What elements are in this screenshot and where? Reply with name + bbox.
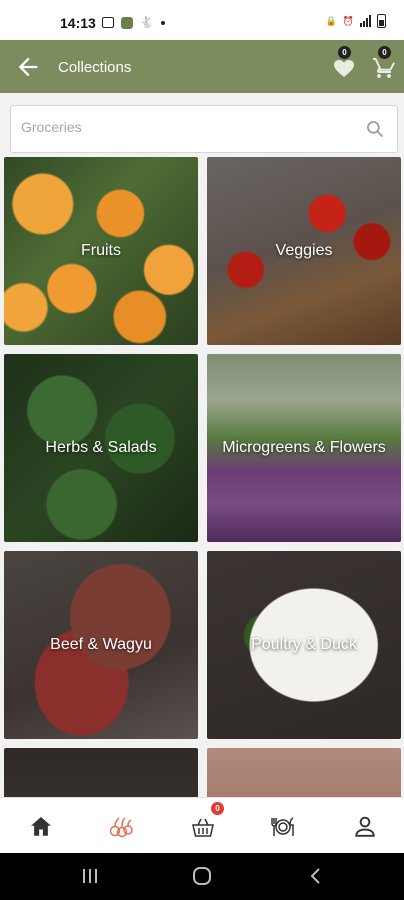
collection-tile-poultry-duck[interactable]: Poultry & Duck [207,551,401,739]
heart-icon [334,60,354,77]
collection-label: Microgreens & Flowers [222,439,386,456]
cart-count-badge: 0 [378,46,391,59]
gallery-icon [102,17,114,28]
collection-tile-microgreens-flowers[interactable]: Microgreens & Flowers [207,354,401,542]
back-button-icon[interactable] [308,867,322,885]
app-icon [121,16,133,29]
search-icon[interactable] [365,119,385,139]
status-time: 14:13 [60,15,96,31]
home-button-icon[interactable] [192,866,212,886]
basket-button[interactable]: 0 [188,802,224,842]
dining-icon[interactable] [268,812,298,842]
system-navigation-bar [0,853,404,900]
notification-icons: 🐇 [102,16,165,29]
back-arrow-icon[interactable] [14,53,42,81]
alarm-icon: ⏰ [342,15,354,26]
collection-label: Fruits [81,242,121,259]
collections-grid: Fruits Veggies Herbs & Salads Microgreen… [4,157,402,797]
lock-icon: 🔒 [325,15,337,26]
collection-label: Poultry & Duck [251,636,357,653]
basket-count-badge: 0 [211,802,224,815]
produce-icon[interactable] [106,812,136,842]
search-input[interactable] [19,118,353,136]
collection-tile-veggies[interactable]: Veggies [207,157,401,345]
battery-icon [377,14,386,28]
app-bar: Collections 0 0 [0,40,404,93]
bottom-navigation: 0 [0,797,404,854]
dot-icon [160,20,165,25]
collection-tile-beef-wagyu[interactable]: Beef & Wagyu [4,551,198,739]
page-title: Collections [58,59,132,76]
wishlist-button[interactable]: 0 [332,46,356,80]
collection-tile-partial[interactable] [4,748,198,797]
collection-label: Beef & Wagyu [50,636,152,653]
home-icon[interactable] [26,812,56,842]
collection-label: Herbs & Salads [45,439,157,456]
basket-icon [192,818,214,837]
collection-tile-partial[interactable] [207,748,401,797]
search-bar [10,105,398,153]
cart-icon [373,58,395,78]
rabbit-icon: 🐇 [140,17,154,29]
wishlist-count-badge: 0 [338,46,351,59]
profile-icon[interactable] [350,812,380,842]
collection-tile-fruits[interactable]: Fruits [4,157,198,345]
recent-apps-icon[interactable] [80,867,100,885]
status-bar: 14:13 🐇 🔒 ⏰ [0,0,404,40]
collection-label: Veggies [275,242,333,259]
signal-icon [360,15,371,27]
collection-tile-herbs-salads[interactable]: Herbs & Salads [4,354,198,542]
cart-button[interactable]: 0 [372,46,396,80]
system-icons: 🔒 ⏰ [326,14,386,28]
